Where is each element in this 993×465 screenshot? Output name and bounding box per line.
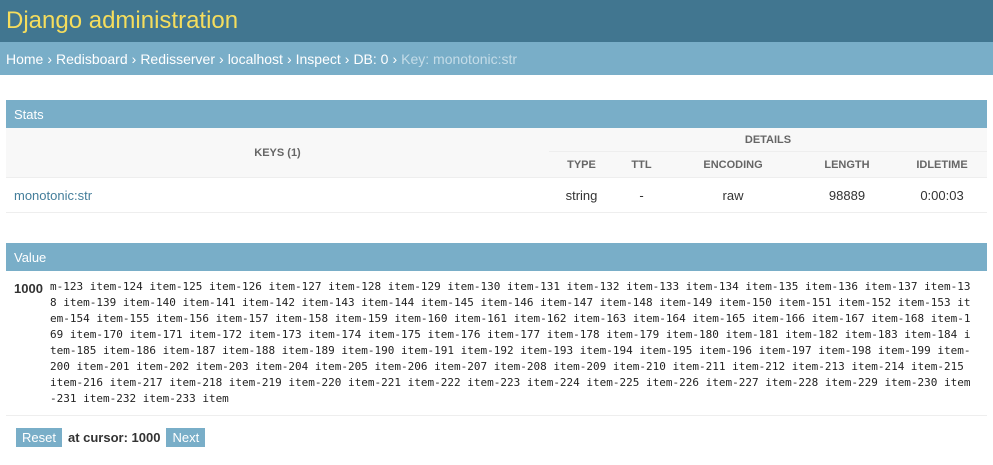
breadcrumb-redisserver[interactable]: Redisserver (140, 51, 215, 67)
breadcrumb-current: Key: monotonic:str (401, 50, 518, 67)
encoding-cell: raw (669, 177, 797, 213)
keys-header: KEYS (1) (6, 128, 549, 178)
length-header: LENGTH (797, 151, 897, 178)
site-header: Django administration (0, 0, 993, 42)
breadcrumb-inspect[interactable]: Inspect (296, 51, 341, 67)
breadcrumb-separator: › (344, 50, 350, 67)
stats-table: KEYS (1) DETAILS TYPE TTL ENCODING LENGT… (6, 128, 987, 213)
reset-button[interactable]: Reset (16, 428, 62, 447)
type-header: TYPE (549, 151, 614, 178)
breadcrumb-separator: › (219, 50, 224, 67)
breadcrumb-localhost[interactable]: localhost (228, 51, 283, 67)
breadcrumb: Home › Redisboard › Redisserver › localh… (0, 42, 993, 75)
idletime-header: IDLETIME (897, 151, 987, 178)
breadcrumb-separator: › (47, 50, 53, 67)
site-title[interactable]: Django administration (6, 7, 238, 35)
value-caption: Value (6, 243, 987, 271)
breadcrumb-redisboard[interactable]: Redisboard (56, 51, 128, 67)
encoding-header: ENCODING (669, 151, 797, 178)
key-link[interactable]: monotonic:str (14, 188, 92, 203)
breadcrumb-separator: › (392, 50, 398, 67)
details-header: DETAILS (549, 128, 987, 152)
breadcrumb-separator: › (286, 50, 292, 67)
table-row: monotonic:str string - raw 98889 0:00:03 (6, 177, 987, 213)
idletime-cell: 0:00:03 (897, 177, 987, 213)
breadcrumb-home[interactable]: Home (6, 51, 43, 67)
cursor-label: at cursor: 1000 (67, 430, 161, 445)
stats-module: Stats KEYS (1) DETAILS TYPE TTL ENCODING… (6, 100, 987, 213)
value-text: m-123 item-124 item-125 item-126 item-12… (50, 280, 971, 405)
value-row: 1000 m-123 item-124 item-125 item-126 it… (6, 271, 987, 415)
pager: Reset at cursor: 1000 Next (16, 428, 993, 447)
value-index: 1000 (14, 281, 43, 296)
next-button[interactable]: Next (166, 428, 206, 447)
ttl-header: TTL (614, 151, 669, 178)
length-cell: 98889 (797, 177, 897, 213)
value-table: 1000 m-123 item-124 item-125 item-126 it… (6, 271, 987, 415)
ttl-cell: - (614, 177, 669, 213)
value-module: Value 1000 m-123 item-124 item-125 item-… (6, 243, 987, 416)
breadcrumb-db[interactable]: DB: 0 (353, 51, 388, 67)
stats-caption: Stats (6, 100, 987, 128)
breadcrumb-separator: › (131, 50, 137, 67)
type-cell: string (549, 177, 614, 213)
